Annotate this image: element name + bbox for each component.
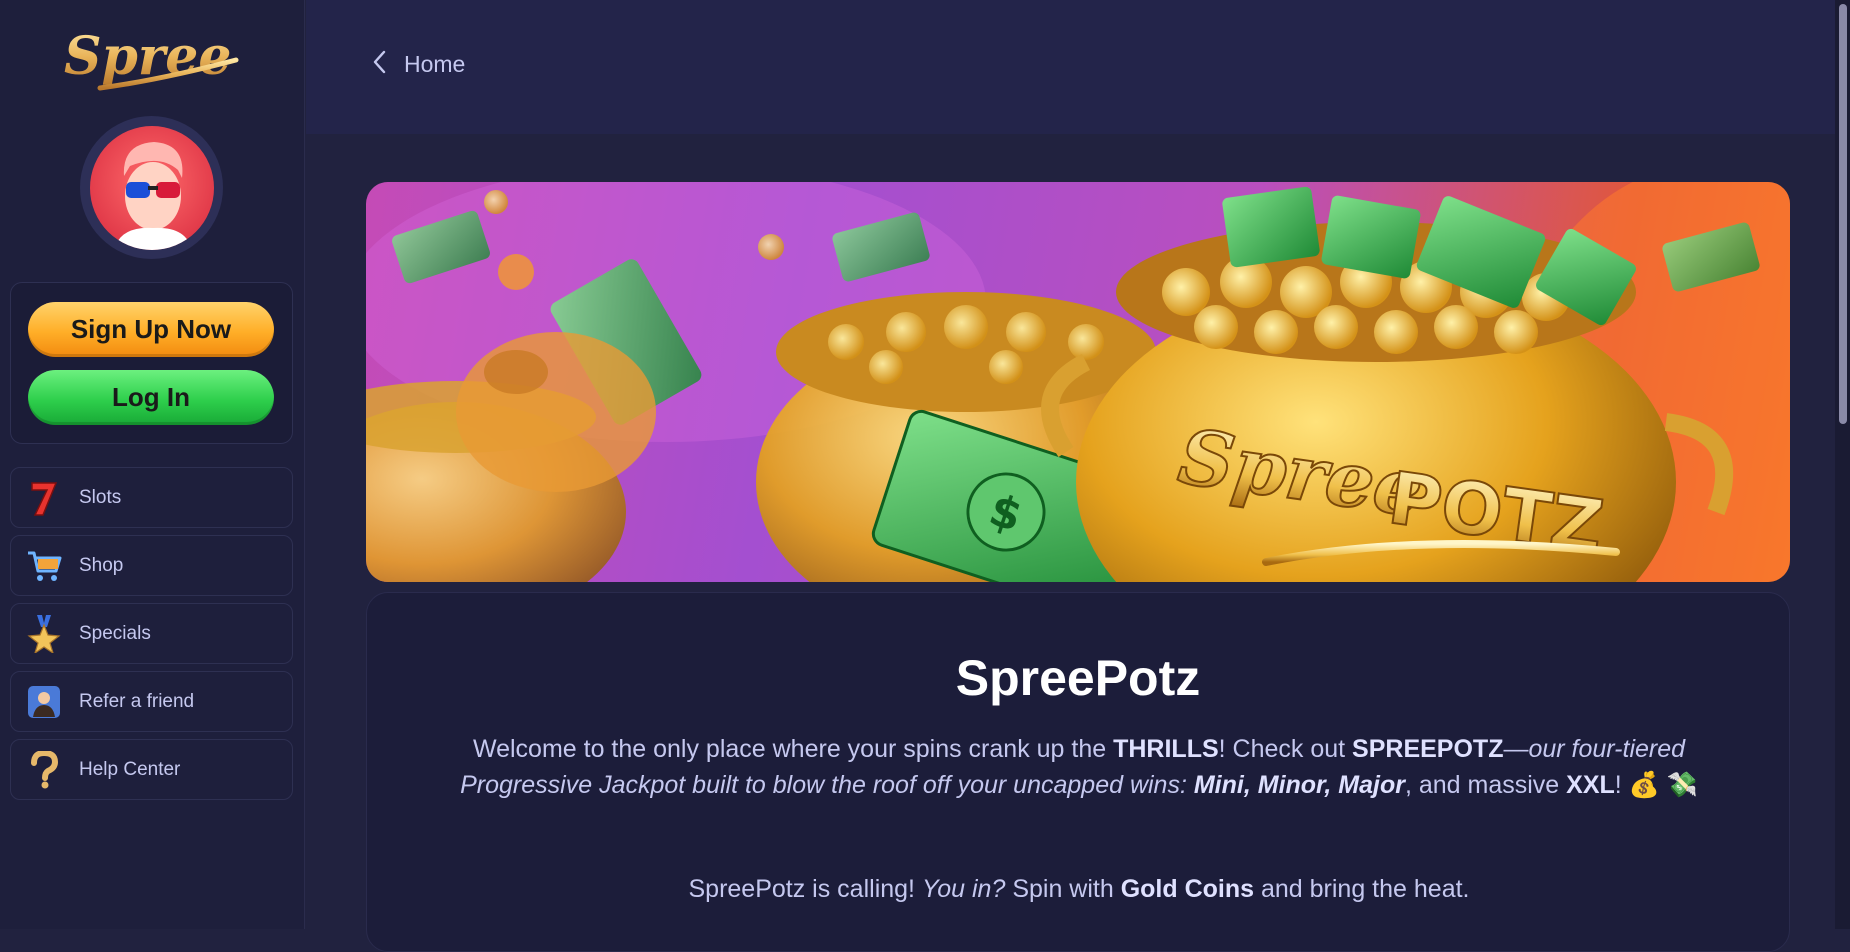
- text-span: and bring the heat.: [1254, 875, 1470, 903]
- user-profile-icon: [25, 683, 63, 721]
- spree-logo[interactable]: Spree: [60, 22, 242, 98]
- promo-intro-paragraph: Welcome to the only place where your spi…: [457, 731, 1701, 803]
- sidebar-item-refer-a-friend[interactable]: Refer a friend: [10, 671, 293, 732]
- shopping-cart-icon: [25, 547, 63, 585]
- top-header: Home: [306, 0, 1850, 134]
- sidebar-item-label: Slots: [79, 486, 122, 508]
- text-span: Welcome to the only place where your spi…: [472, 735, 1114, 763]
- text-span: , and massive: [1404, 771, 1567, 799]
- sidebar-item-help-center[interactable]: Help Center: [10, 739, 293, 800]
- sign-up-button[interactable]: Sign Up Now: [28, 302, 274, 357]
- sidebar-item-label: Shop: [79, 554, 124, 576]
- promo-cta-paragraph: SpreePotz is calling! You in? Spin with …: [457, 871, 1701, 907]
- page-title: SpreePotz: [955, 650, 1201, 706]
- sidebar-item-label: Refer a friend: [79, 690, 195, 712]
- promo-card: SpreePotz Welcome to the only place wher…: [366, 592, 1790, 952]
- scrollbar-thumb[interactable]: [1839, 4, 1847, 424]
- text-span: —: [1503, 735, 1529, 763]
- avatar-image: [89, 125, 214, 250]
- text-span: Spin with: [1005, 875, 1121, 903]
- breadcrumb-home[interactable]: Home: [372, 50, 465, 78]
- text-strong: Gold Coins: [1120, 875, 1255, 903]
- text-span: SpreePotz is calling!: [688, 875, 922, 903]
- sidebar-item-slots[interactable]: Slots: [10, 467, 293, 528]
- log-in-button[interactable]: Log In: [28, 370, 274, 425]
- lucky-seven-icon: [25, 479, 63, 517]
- sidebar-item-shop[interactable]: Shop: [10, 535, 293, 596]
- sidebar-item-specials[interactable]: Specials: [10, 603, 293, 664]
- text-italic: You in?: [921, 875, 1006, 903]
- promo-banner: $ Spree POTZ: [366, 182, 1790, 582]
- avatar[interactable]: [80, 116, 223, 259]
- sidebar-item-label: Specials: [79, 622, 151, 644]
- auth-panel: Sign Up Now Log In: [10, 282, 293, 444]
- question-mark-icon: [25, 750, 63, 789]
- star-medal-icon: [25, 614, 63, 653]
- sidebar: Spree Sign Up Now Log In Slots Shop Spec…: [0, 0, 305, 929]
- chevron-left-icon: [372, 50, 386, 78]
- text-strong-italic: Mini, Minor, Major: [1193, 771, 1405, 799]
- sidebar-item-label: Help Center: [79, 758, 181, 780]
- text-strong: THRILLS: [1113, 735, 1219, 763]
- text-span: ! Check out: [1218, 735, 1353, 763]
- text-span: ! 💰 💸: [1614, 771, 1698, 799]
- text-strong: XXL: [1566, 771, 1615, 799]
- scrollbar[interactable]: [1835, 0, 1850, 929]
- text-strong: SPREEPOTZ: [1352, 735, 1504, 763]
- breadcrumb-label: Home: [404, 50, 466, 77]
